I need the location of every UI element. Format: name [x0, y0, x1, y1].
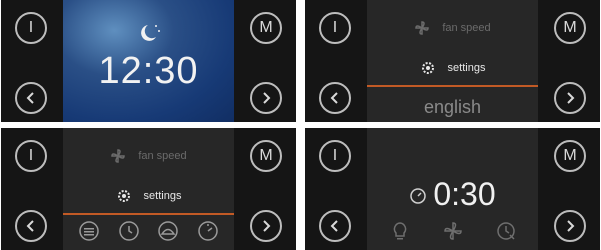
chevron-right-icon — [567, 220, 575, 232]
menu-item-settings[interactable]: settings — [367, 60, 538, 76]
mode-label: M — [259, 19, 273, 36]
settings-screen: fan speed settings — [63, 128, 234, 250]
fan-speed-label: fan speed — [138, 150, 187, 162]
display-icon[interactable] — [78, 220, 100, 242]
menu-item-fan-speed[interactable]: fan speed — [63, 148, 234, 164]
clock-screen: 12:30 — [63, 0, 234, 122]
next-button[interactable] — [250, 210, 282, 242]
chevron-right-icon — [263, 92, 271, 104]
settings-label: settings — [447, 62, 486, 74]
power-button[interactable]: I — [15, 140, 47, 172]
clock-off-icon[interactable] — [495, 220, 517, 242]
menu-item-fan-speed[interactable]: fan speed — [367, 20, 538, 36]
previous-button[interactable] — [15, 82, 47, 114]
power-label: I — [28, 19, 34, 36]
settings-screen: fan speed settings english — [367, 0, 538, 122]
bulb-icon[interactable] — [389, 220, 411, 242]
next-button[interactable] — [250, 82, 282, 114]
chevron-left-icon — [330, 92, 338, 104]
panel-timer: I M 0:30 — [305, 128, 600, 250]
chevron-right-icon — [567, 92, 575, 104]
mode-button[interactable]: M — [250, 12, 282, 44]
mode-label: M — [563, 147, 577, 164]
power-button[interactable]: I — [15, 12, 47, 44]
power-label: I — [332, 19, 338, 36]
mode-button[interactable]: M — [554, 140, 586, 172]
timer-value: 0:30 — [433, 176, 496, 212]
option-icons — [69, 220, 228, 242]
chevron-left-icon — [26, 92, 34, 104]
power-label: I — [28, 147, 34, 164]
power-button[interactable]: I — [319, 140, 351, 172]
status-icons — [373, 220, 532, 242]
next-button[interactable] — [554, 210, 586, 242]
mode-label: M — [259, 147, 273, 164]
language-value[interactable]: english — [367, 97, 538, 118]
power-label: I — [332, 147, 338, 164]
selection-underline — [63, 213, 234, 215]
mode-button[interactable]: M — [250, 140, 282, 172]
panel-language: I M fan speed settings english — [305, 0, 600, 122]
fan-speed-label: fan speed — [442, 22, 491, 34]
fan-icon[interactable] — [442, 220, 464, 242]
next-button[interactable] — [554, 82, 586, 114]
timer-display: 0:30 — [367, 176, 538, 213]
gear-icon — [421, 62, 434, 74]
previous-button[interactable] — [319, 210, 351, 242]
fan-icon — [415, 21, 430, 35]
gear-icon — [117, 190, 130, 202]
selection-underline — [367, 85, 538, 87]
previous-button[interactable] — [319, 82, 351, 114]
mode-button[interactable]: M — [554, 12, 586, 44]
chevron-left-icon — [330, 220, 338, 232]
dome-icon[interactable] — [157, 220, 179, 242]
panel-settings-options: I M fan speed settings — [1, 128, 296, 250]
chevron-left-icon — [26, 220, 34, 232]
moon-stars-icon — [140, 25, 160, 41]
chevron-right-icon — [263, 220, 271, 232]
timer-screen: 0:30 — [367, 128, 538, 250]
stopwatch-icon — [410, 187, 427, 204]
previous-button[interactable] — [15, 210, 47, 242]
menu-item-settings[interactable]: settings — [63, 188, 234, 204]
fan-icon — [111, 149, 126, 163]
settings-label: settings — [143, 190, 182, 202]
power-button[interactable]: I — [319, 12, 351, 44]
mode-label: M — [563, 19, 577, 36]
clock-time: 12:30 — [98, 50, 199, 92]
clock-icon[interactable] — [118, 220, 140, 242]
timer-icon[interactable] — [197, 220, 219, 242]
panel-clock: I M 12:30 — [1, 0, 296, 122]
